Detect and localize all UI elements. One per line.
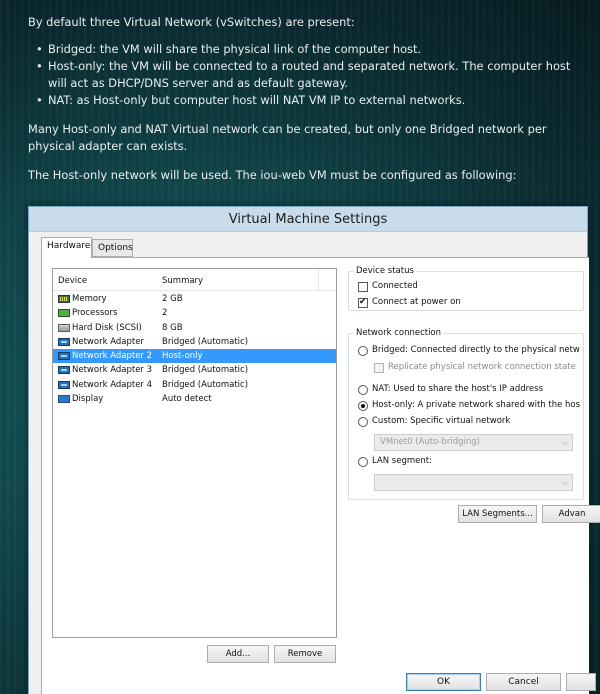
device-row-network-adapter-2[interactable]: Network Adapter 2 Host-only bbox=[53, 349, 336, 364]
add-device-button[interactable]: Add... bbox=[207, 645, 269, 663]
column-divider bbox=[318, 269, 319, 290]
list-item: NAT: as Host-only but computer host will… bbox=[36, 92, 573, 109]
device-name: Network Adapter bbox=[72, 336, 144, 347]
host-only-radio[interactable] bbox=[358, 401, 368, 411]
custom-label[interactable]: Custom: Specific virtual network bbox=[372, 416, 510, 426]
device-name: Display bbox=[72, 394, 104, 405]
device-row-network-adapter-3[interactable]: Network Adapter 3 Bridged (Automatic) bbox=[53, 363, 336, 377]
display-icon bbox=[58, 395, 70, 404]
bridged-radio[interactable] bbox=[358, 346, 368, 356]
network-adapter-icon bbox=[58, 366, 70, 375]
custom-radio[interactable] bbox=[358, 417, 368, 427]
device-name: Network Adapter 4 bbox=[72, 379, 153, 390]
device-row-hard-disk[interactable]: Hard Disk (SCSI) 8 GB bbox=[53, 321, 336, 335]
bridged-label[interactable]: Bridged: Connected directly to the physi… bbox=[372, 345, 580, 355]
device-name: Hard Disk (SCSI) bbox=[72, 322, 142, 333]
device-row-network-adapter[interactable]: Network Adapter Bridged (Automatic) bbox=[53, 335, 336, 349]
connected-label[interactable]: Connected bbox=[372, 281, 418, 291]
advanced-button-label: Advan bbox=[558, 509, 586, 519]
list-item: Host-only: the VM will be connected to a… bbox=[36, 58, 573, 92]
device-column-header[interactable]: Device bbox=[58, 276, 87, 286]
device-status-legend: Device status bbox=[354, 266, 416, 276]
lan-segment-radio[interactable] bbox=[358, 457, 368, 467]
device-summary: 2 bbox=[162, 308, 168, 319]
memory-icon bbox=[58, 295, 70, 303]
device-summary: Host-only bbox=[162, 351, 203, 362]
network-adapter-icon bbox=[58, 352, 70, 361]
network-connection-legend: Network connection bbox=[354, 328, 444, 338]
tab-options[interactable]: Options bbox=[92, 239, 133, 257]
list-item: Bridged: the VM will share the physical … bbox=[36, 41, 573, 58]
vm-settings-dialog: Virtual Machine Settings Hardware Option… bbox=[28, 206, 600, 694]
host-only-nat-paragraph: Many Host-only and NAT Virtual network c… bbox=[28, 122, 547, 153]
network-adapter-icon bbox=[58, 380, 70, 389]
replicate-state-label[interactable]: Replicate physical network connection st… bbox=[388, 362, 576, 372]
nat-label[interactable]: NAT: Used to share the host's IP address bbox=[372, 384, 543, 394]
vmnet-select-value: VMnet0 (Auto-bridging) bbox=[380, 437, 480, 447]
lan-segments-button-label: LAN Segments... bbox=[462, 509, 533, 519]
device-row-memory[interactable]: Memory 2 GB bbox=[53, 292, 336, 306]
network-connection-group: Network connection Bridged: Connected di… bbox=[348, 328, 584, 500]
tab-hardware[interactable]: Hardware bbox=[41, 237, 92, 258]
add-button-label: Add... bbox=[225, 649, 251, 659]
hardware-tab-page: Device Summary Memory 2 GB Processors 2 … bbox=[41, 257, 600, 694]
device-summary: Auto detect bbox=[162, 394, 212, 405]
configuration-paragraph: The Host-only network will be used. The … bbox=[28, 168, 517, 182]
cancel-button-label: Cancel bbox=[508, 677, 539, 687]
connect-at-power-on-checkbox[interactable] bbox=[358, 297, 368, 308]
advanced-button[interactable]: Advan bbox=[542, 505, 600, 523]
device-summary: Bridged (Automatic) bbox=[162, 379, 249, 390]
ok-button-label: OK bbox=[437, 677, 450, 687]
lan-segment-label[interactable]: LAN segment: bbox=[372, 456, 432, 466]
dialog-title: Virtual Machine Settings bbox=[29, 207, 587, 232]
device-row-network-adapter-4[interactable]: Network Adapter 4 Bridged (Automatic) bbox=[53, 378, 336, 392]
device-name: Memory bbox=[72, 294, 107, 304]
connect-at-power-on-label[interactable]: Connect at power on bbox=[372, 297, 461, 307]
ok-button[interactable]: OK bbox=[406, 673, 481, 691]
device-name: Network Adapter 2 bbox=[72, 351, 153, 362]
chevron-down-icon: ⌵ bbox=[561, 478, 568, 487]
network-adapter-icon bbox=[58, 337, 70, 346]
device-name: Network Adapter 3 bbox=[72, 365, 153, 376]
help-button[interactable] bbox=[566, 673, 596, 691]
article-text: By default three Virtual Network (vSwitc… bbox=[28, 14, 573, 196]
device-row-processors[interactable]: Processors 2 bbox=[53, 306, 336, 320]
device-name: Processors bbox=[72, 308, 118, 319]
device-list[interactable]: Device Summary Memory 2 GB Processors 2 … bbox=[52, 268, 337, 638]
remove-button-label: Remove bbox=[287, 649, 323, 659]
hard-disk-icon bbox=[58, 323, 70, 332]
device-row-display[interactable]: Display Auto detect bbox=[53, 392, 336, 406]
device-summary: Bridged (Automatic) bbox=[162, 336, 249, 347]
nat-radio[interactable] bbox=[358, 385, 368, 395]
processor-icon bbox=[58, 309, 70, 318]
lan-segment-select[interactable]: ⌵ bbox=[374, 474, 573, 491]
cancel-button[interactable]: Cancel bbox=[486, 673, 561, 691]
network-types-list: Bridged: the VM will share the physical … bbox=[36, 41, 573, 109]
intro-paragraph: By default three Virtual Network (vSwitc… bbox=[28, 15, 355, 29]
device-summary: 8 GB bbox=[162, 322, 183, 333]
device-summary: 2 GB bbox=[162, 294, 183, 304]
vmnet-select[interactable]: VMnet0 (Auto-bridging) ⌵ bbox=[374, 434, 573, 451]
remove-device-button[interactable]: Remove bbox=[274, 645, 336, 663]
connected-checkbox[interactable] bbox=[358, 282, 368, 292]
chevron-down-icon: ⌵ bbox=[561, 438, 568, 447]
summary-column-header[interactable]: Summary bbox=[162, 276, 203, 286]
device-list-header: Device Summary bbox=[53, 269, 336, 291]
device-summary: Bridged (Automatic) bbox=[162, 365, 249, 376]
replicate-state-checkbox[interactable] bbox=[374, 363, 384, 373]
host-only-label[interactable]: Host-only: A private network shared with… bbox=[372, 400, 580, 410]
lan-segments-button[interactable]: LAN Segments... bbox=[458, 505, 537, 523]
device-status-group: Device status Connected Connect at power… bbox=[348, 266, 584, 311]
